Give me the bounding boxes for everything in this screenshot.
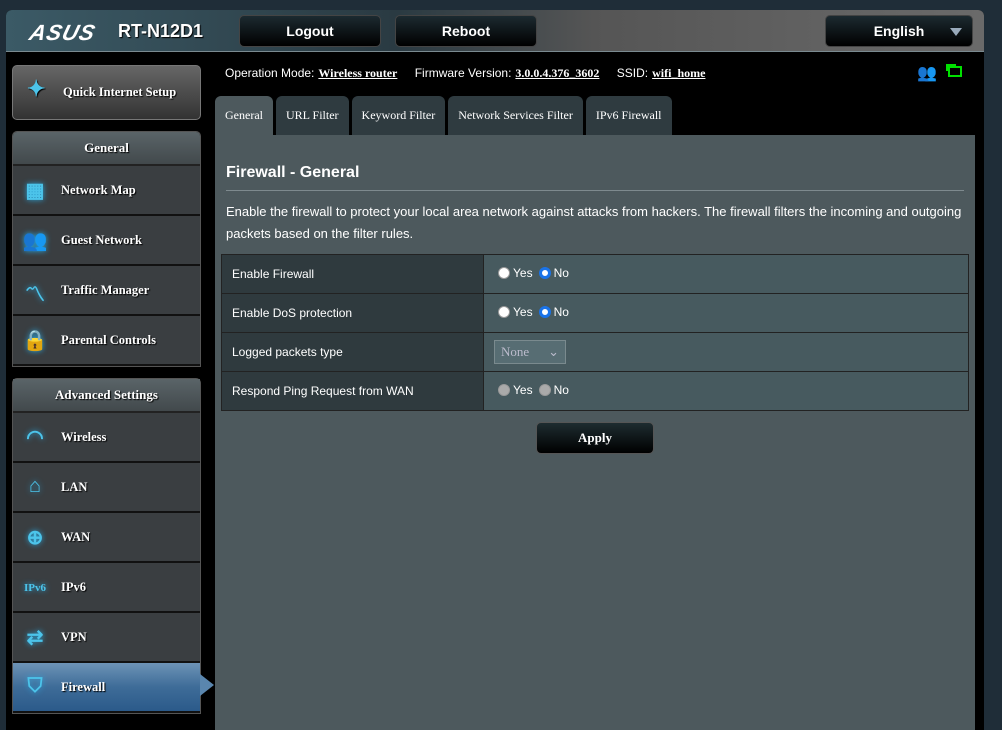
- traffic-manager-icon: 〽: [25, 284, 45, 306]
- shield-icon: ⛉: [27, 675, 43, 697]
- network-map-icon: ▦: [25, 180, 45, 202]
- row-label: Enable Firewall: [221, 254, 484, 294]
- quick-setup-label: Quick Internet Setup: [63, 85, 177, 99]
- sidebar-item-label: Traffic Manager: [61, 282, 150, 297]
- dos-protection-yes-radio[interactable]: Yes: [498, 305, 533, 319]
- select-value: None: [501, 344, 530, 359]
- model-name: RT-N12D1: [118, 21, 204, 41]
- content-panel: Firewall - General Enable the firewall t…: [215, 135, 975, 730]
- radio-label: Yes: [513, 266, 533, 280]
- table-row: Respond Ping Request from WAN Yes No: [221, 371, 969, 411]
- sidebar-item-ipv6[interactable]: IPv6 IPv6: [13, 563, 200, 613]
- dos-protection-no-radio[interactable]: No: [538, 305, 569, 319]
- ssid-label: SSID:: [616, 66, 649, 80]
- lock-icon: 🔒: [22, 330, 48, 352]
- table-row: Logged packets type None ⌄: [221, 332, 969, 372]
- table-row: Enable Firewall Yes No: [221, 254, 969, 294]
- sidebar-item-lan[interactable]: ⌂ LAN: [13, 463, 200, 513]
- reboot-button[interactable]: Reboot: [395, 15, 537, 47]
- page-title: Firewall - General: [226, 164, 964, 191]
- asus-logo: ASUS: [26, 20, 99, 45]
- radio-label: Yes: [513, 383, 533, 397]
- active-pointer: [200, 674, 214, 696]
- radio-dot: [538, 384, 551, 396]
- language-select[interactable]: English: [825, 15, 973, 47]
- sidebar-item-label: Firewall: [61, 679, 106, 694]
- row-label: Enable DoS protection: [221, 293, 484, 333]
- sidebar-advanced: Advanced Settings ◠ Wireless ⌂ LAN ⊕ WAN IP…: [12, 378, 214, 714]
- radio-dot: [498, 267, 510, 279]
- chevron-down-icon: [950, 28, 962, 36]
- ping-wan-no-radio[interactable]: No: [538, 383, 569, 397]
- firmware-label: Firmware Version:: [414, 66, 512, 80]
- status-bar: Operation Mode: Wireless router Firmware …: [225, 66, 719, 81]
- table-row: Enable DoS protection Yes No: [221, 293, 969, 333]
- radio-dot: [538, 306, 551, 318]
- network-status-icon[interactable]: [948, 66, 962, 77]
- sidebar-item-traffic-manager[interactable]: 〽 Traffic Manager: [13, 266, 200, 316]
- sidebar-item-wireless[interactable]: ◠ Wireless: [13, 413, 200, 463]
- sidebar-item-label: LAN: [61, 479, 88, 494]
- radio-label: No: [553, 383, 569, 397]
- logged-packets-select[interactable]: None ⌄: [494, 340, 566, 364]
- advanced-header: Advanced Settings: [13, 379, 200, 413]
- op-mode-label: Operation Mode:: [225, 66, 315, 80]
- enable-firewall-no-radio[interactable]: No: [538, 266, 569, 280]
- radio-label: No: [553, 305, 569, 319]
- vpn-icon: ⇄: [26, 627, 44, 649]
- tab-general[interactable]: General: [215, 96, 273, 135]
- sidebar-item-vpn[interactable]: ⇄ VPN: [13, 613, 200, 663]
- tab-keyword-filter[interactable]: Keyword Filter: [351, 96, 446, 135]
- sidebar-item-firewall[interactable]: ⛉ Firewall: [13, 663, 214, 713]
- sidebar-item-network-map[interactable]: ▦ Network Map: [13, 166, 200, 216]
- sidebar-item-parental-controls[interactable]: 🔒 Parental Controls: [13, 316, 200, 366]
- sidebar-item-label: Parental Controls: [61, 332, 157, 347]
- apply-button[interactable]: Apply: [536, 422, 654, 454]
- radio-label: Yes: [513, 305, 533, 319]
- sidebar-item-wan[interactable]: ⊕ WAN: [13, 513, 200, 563]
- settings-table: Enable Firewall Yes No Enable DoS protect…: [221, 254, 969, 411]
- logout-button[interactable]: Logout: [239, 15, 381, 47]
- sidebar-item-guest-network[interactable]: 👥 Guest Network: [13, 216, 200, 266]
- house-icon: ⌂: [28, 475, 41, 497]
- tab-ipv6-firewall[interactable]: IPv6 Firewall: [585, 96, 672, 135]
- chevron-down-icon: ⌄: [548, 344, 559, 359]
- sidebar-item-label: WAN: [61, 529, 91, 544]
- sidebar-item-label: Network Map: [61, 182, 136, 197]
- row-label: Logged packets type: [221, 332, 484, 372]
- guest-network-icon: 👥: [22, 230, 48, 252]
- firmware-link[interactable]: 3.0.0.4.376_3602: [515, 66, 599, 80]
- radio-dot: [498, 306, 510, 318]
- router-window: ASUS RT-N12D1 Logout Reboot English Oper…: [6, 10, 984, 730]
- enable-firewall-yes-radio[interactable]: Yes: [498, 266, 533, 280]
- tab-bar: General URL Filter Keyword Filter Networ…: [215, 96, 672, 135]
- magic-wand-icon: ✦: [27, 76, 46, 101]
- clients-icon[interactable]: 👥: [917, 63, 937, 83]
- ipv6-globe-icon: IPv6: [24, 582, 46, 594]
- ping-wan-yes-radio[interactable]: Yes: [498, 383, 533, 397]
- ssid-link[interactable]: wifi_home: [652, 66, 705, 80]
- radio-dot: [498, 384, 510, 396]
- sidebar-item-label: VPN: [61, 629, 87, 644]
- sidebar-item-label: Guest Network: [61, 232, 142, 247]
- page-description: Enable the firewall to protect your loca…: [226, 204, 962, 241]
- sidebar-item-label: IPv6: [61, 579, 86, 594]
- sidebar-item-label: Wireless: [61, 429, 107, 444]
- op-mode-link[interactable]: Wireless router: [318, 66, 397, 80]
- language-value: English: [873, 23, 925, 39]
- globe-icon: ⊕: [26, 527, 44, 549]
- wifi-icon: ◠: [26, 427, 44, 449]
- general-header: General: [13, 132, 200, 166]
- header: ASUS RT-N12D1 Logout Reboot English: [6, 10, 984, 52]
- row-label: Respond Ping Request from WAN: [221, 371, 484, 411]
- quick-internet-setup[interactable]: ✦ Quick Internet Setup: [12, 65, 201, 120]
- radio-dot: [538, 267, 551, 279]
- radio-label: No: [553, 266, 569, 280]
- sidebar-general: General ▦ Network Map 👥 Guest Network 〽 Tra…: [12, 131, 201, 367]
- tab-network-services-filter[interactable]: Network Services Filter: [448, 96, 583, 135]
- tab-url-filter[interactable]: URL Filter: [275, 96, 349, 135]
